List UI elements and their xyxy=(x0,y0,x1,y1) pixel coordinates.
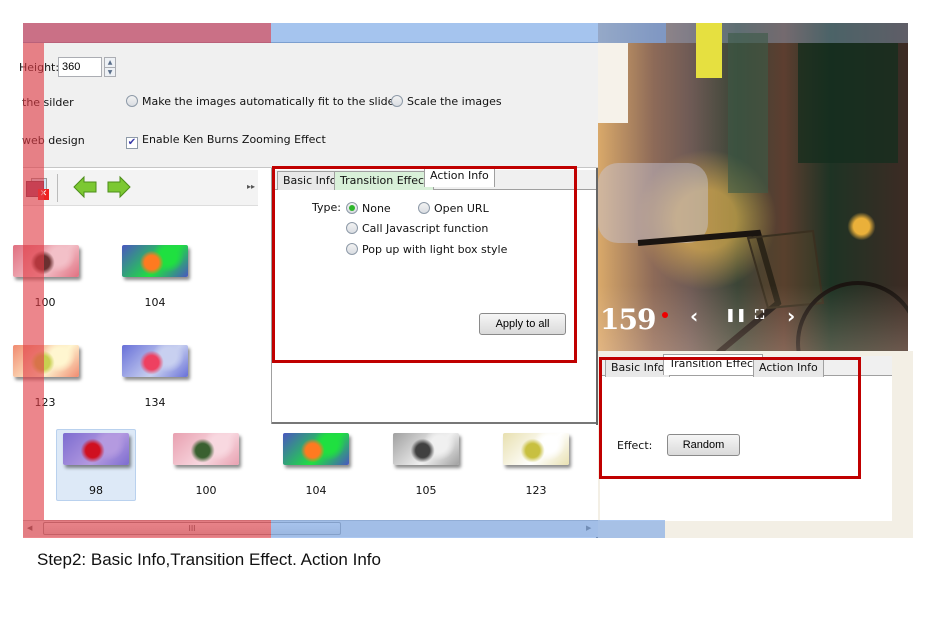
highlight-box-action-info xyxy=(272,166,577,363)
thumbnail-104[interactable] xyxy=(122,245,188,277)
scale-images-option[interactable]: Scale the images xyxy=(391,95,502,108)
ken-burns-option[interactable]: ✔ Enable Ken Burns Zooming Effect xyxy=(126,133,326,149)
preview-controls: 159 ‹ ❚❚ ⛶ › xyxy=(600,300,900,340)
overlay-blue-top-right xyxy=(598,23,666,43)
slide-counter: 159 xyxy=(600,303,656,336)
spin-up-icon[interactable]: ▲ xyxy=(105,58,115,67)
overlay-red-top xyxy=(23,23,271,43)
ken-burns-checkbox[interactable]: ✔ xyxy=(126,137,138,149)
fit-option-label: Make the images automatically fit to the… xyxy=(142,95,399,108)
prev-icon[interactable]: ‹ xyxy=(690,304,698,328)
overlay-red-bottom xyxy=(23,520,271,538)
counter-dot xyxy=(662,312,668,318)
thumbnail-caption: 123 xyxy=(34,396,56,409)
image-toolbar: ✕ ▸▸ xyxy=(23,170,258,206)
highlight-box-transition xyxy=(599,357,861,479)
spin-down-icon[interactable]: ▼ xyxy=(105,67,115,76)
thumbnail-caption: 134 xyxy=(144,396,166,409)
strip-thumbnail-123[interactable] xyxy=(503,433,569,465)
fullscreen-icon[interactable]: ⛶ xyxy=(755,308,764,323)
pause-icon[interactable]: ❚❚ xyxy=(725,308,747,323)
strip-caption: 104 xyxy=(305,484,327,497)
next-icon[interactable]: › xyxy=(787,304,795,328)
scale-radio[interactable] xyxy=(391,95,403,107)
ken-burns-label: Enable Ken Burns Zooming Effect xyxy=(142,133,326,146)
strip-caption: 123 xyxy=(525,484,547,497)
slider-settings-panel: Height: ▲ ▼ the silder Make the images a… xyxy=(19,43,598,168)
overlay-blue-bottom xyxy=(271,520,665,538)
more-icon[interactable]: ▸▸ xyxy=(247,182,255,191)
fit-to-slider-option[interactable]: Make the images automatically fit to the… xyxy=(126,95,399,108)
step-caption: Step2: Basic Info,Transition Effect. Act… xyxy=(37,550,381,569)
strip-thumbnail-100[interactable] xyxy=(173,433,239,465)
move-left-arrow-icon[interactable] xyxy=(73,175,97,199)
strip-thumbnail-104[interactable] xyxy=(283,433,349,465)
strip-thumbnail-98[interactable] xyxy=(63,433,129,465)
height-spinner[interactable]: ▲ ▼ xyxy=(104,57,116,77)
fit-radio[interactable] xyxy=(126,95,138,107)
thumbnail-caption: 100 xyxy=(34,296,56,309)
scale-option-label: Scale the images xyxy=(407,95,502,108)
move-right-arrow-icon[interactable] xyxy=(107,175,131,199)
thumbnail-caption: 104 xyxy=(144,296,166,309)
strip-caption: 100 xyxy=(195,484,217,497)
strip-caption: 105 xyxy=(415,484,437,497)
thumbnail-134[interactable] xyxy=(122,345,188,377)
height-input[interactable] xyxy=(58,57,102,77)
strip-caption: 98 xyxy=(89,484,103,497)
overlay-red-left xyxy=(23,43,44,520)
strip-thumbnail-105[interactable] xyxy=(393,433,459,465)
